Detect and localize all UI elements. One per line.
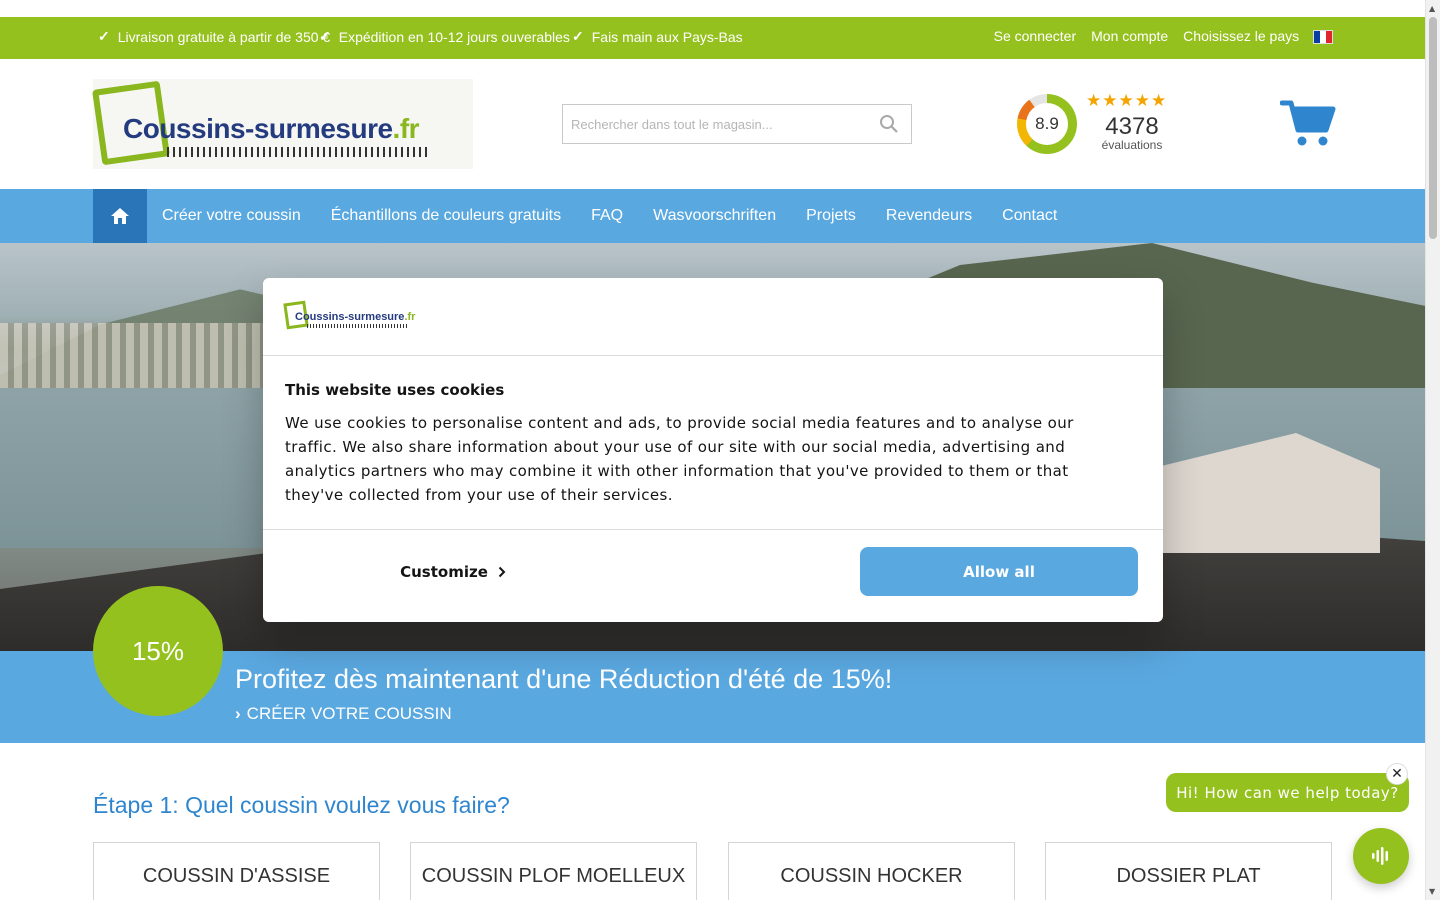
usp-label: Fais main aux Pays-Bas — [591, 28, 743, 45]
rating-badge[interactable]: 8.9 — [1017, 94, 1077, 154]
customize-button[interactable]: Customize — [363, 548, 543, 596]
usp-delivery-time: ✓ Expédition en 10-12 jours ouverables — [319, 28, 570, 45]
divider — [263, 355, 1163, 356]
nav-item-samples[interactable]: Échantillons de couleurs gratuits — [316, 207, 576, 225]
product-card[interactable]: COUSSIN HOCKER — [728, 842, 1015, 900]
search-input[interactable] — [571, 113, 871, 135]
nav-item-contact[interactable]: Contact — [987, 207, 1072, 225]
header: Coussins-surmesure.fr 8.9 ★★★★★ 4378 éva… — [0, 59, 1425, 189]
search-box — [562, 104, 912, 144]
nav-item-create[interactable]: Créer votre coussin — [147, 207, 316, 225]
nav-item-wash[interactable]: Wasvoorschriften — [638, 207, 791, 225]
logo-ruler — [167, 147, 429, 157]
cookie-dialog-logo: Coussins-surmesure.fr — [283, 300, 415, 332]
logo-text-tld: .fr — [404, 311, 416, 323]
page-scrollbar[interactable]: ▲ ▼ — [1425, 0, 1440, 900]
site-logo[interactable]: Coussins-surmesure.fr — [92, 79, 473, 169]
account-link[interactable]: Mon compte — [1091, 28, 1168, 44]
search-icon[interactable] — [879, 114, 899, 134]
nav-home[interactable] — [93, 189, 147, 243]
product-card[interactable]: COUSSIN D'ASSISE — [93, 842, 380, 900]
chat-launcher[interactable] — [1353, 828, 1409, 884]
product-card[interactable]: COUSSIN PLOF MOELLEUX — [410, 842, 697, 900]
logo-text: Coussins-surmesure.fr — [123, 113, 420, 145]
usp-handmade: ✓ Fais main aux Pays-Bas — [572, 28, 743, 45]
check-icon: ✓ — [572, 28, 584, 44]
country-selector[interactable]: Choisissez le pays — [1183, 28, 1333, 45]
scroll-down-arrow-icon[interactable]: ▼ — [1429, 887, 1435, 896]
scroll-up-arrow-icon[interactable]: ▲ — [1429, 4, 1435, 13]
page: ✓ Livraison gratuite à partir de 350 € ✓… — [0, 0, 1425, 900]
country-label: Choisissez le pays — [1183, 28, 1300, 44]
usp-free-shipping: ✓ Livraison gratuite à partir de 350 € — [98, 28, 330, 45]
check-icon: ✓ — [98, 28, 110, 44]
french-flag-icon — [1313, 30, 1333, 45]
logo-text: Coussins-surmesure.fr — [295, 311, 415, 323]
logo-text-main: Coussins-surmesure — [295, 311, 405, 323]
promo-title: Profitez dès maintenant d'une Réduction … — [235, 664, 893, 694]
rating-label: évaluations — [1101, 138, 1163, 152]
usp-label: Expédition en 10-12 jours ouverables — [338, 28, 570, 45]
nav-items: Créer votre coussin Échantillons de coul… — [147, 189, 1072, 243]
top-links: Se connecter Mon compte Choisissez le pa… — [994, 28, 1333, 45]
topbar: ✓ Livraison gratuite à partir de 350 € ✓… — [0, 17, 1425, 59]
divider — [263, 529, 1163, 530]
rating-stars: ★★★★★ — [1086, 91, 1168, 111]
product-card[interactable]: DOSSIER PLAT — [1045, 842, 1332, 900]
promo-link-label: CRÉER VOTRE COUSSIN — [246, 704, 452, 723]
logo-ruler — [307, 324, 407, 328]
chevron-right-icon: › — [235, 704, 241, 723]
top-strip — [0, 0, 1425, 17]
cookie-dialog-title: This website uses cookies — [285, 381, 505, 399]
rating-count: 4378 — [1105, 113, 1159, 140]
customize-label: Customize — [400, 563, 488, 581]
chat-greeting[interactable]: Hi! How can we help today? — [1166, 773, 1409, 812]
step-title: Étape 1: Quel coussin voulez vous faire? — [93, 792, 510, 818]
scrollbar-thumb[interactable] — [1429, 17, 1437, 239]
promo-link[interactable]: › CRÉER VOTRE COUSSIN — [235, 704, 452, 724]
rating-score: 8.9 — [1026, 103, 1068, 145]
usp-label: Livraison gratuite à partir de 350 € — [117, 28, 331, 45]
nav-item-faq[interactable]: FAQ — [576, 207, 638, 225]
home-icon — [111, 208, 129, 224]
allow-all-button[interactable]: Allow all — [860, 547, 1138, 596]
main-nav: Créer votre coussin Échantillons de coul… — [0, 189, 1425, 243]
login-link[interactable]: Se connecter — [994, 28, 1077, 44]
cart-icon[interactable] — [1280, 97, 1336, 147]
nav-item-projects[interactable]: Projets — [791, 207, 871, 225]
chat-wave-icon — [1372, 847, 1388, 865]
cookie-dialog-body: We use cookies to personalise content an… — [285, 414, 1074, 504]
check-icon: ✓ — [319, 28, 331, 44]
promo-badge: 15% — [93, 586, 223, 716]
logo-text-main: Coussins-surmesure — [123, 113, 393, 144]
cookie-dialog: Coussins-surmesure.fr This website uses … — [263, 278, 1163, 622]
chevron-right-icon — [498, 566, 506, 578]
nav-item-resellers[interactable]: Revendeurs — [871, 207, 987, 225]
chat-close-icon[interactable]: ✕ — [1386, 763, 1408, 785]
logo-text-tld: .fr — [392, 113, 420, 144]
